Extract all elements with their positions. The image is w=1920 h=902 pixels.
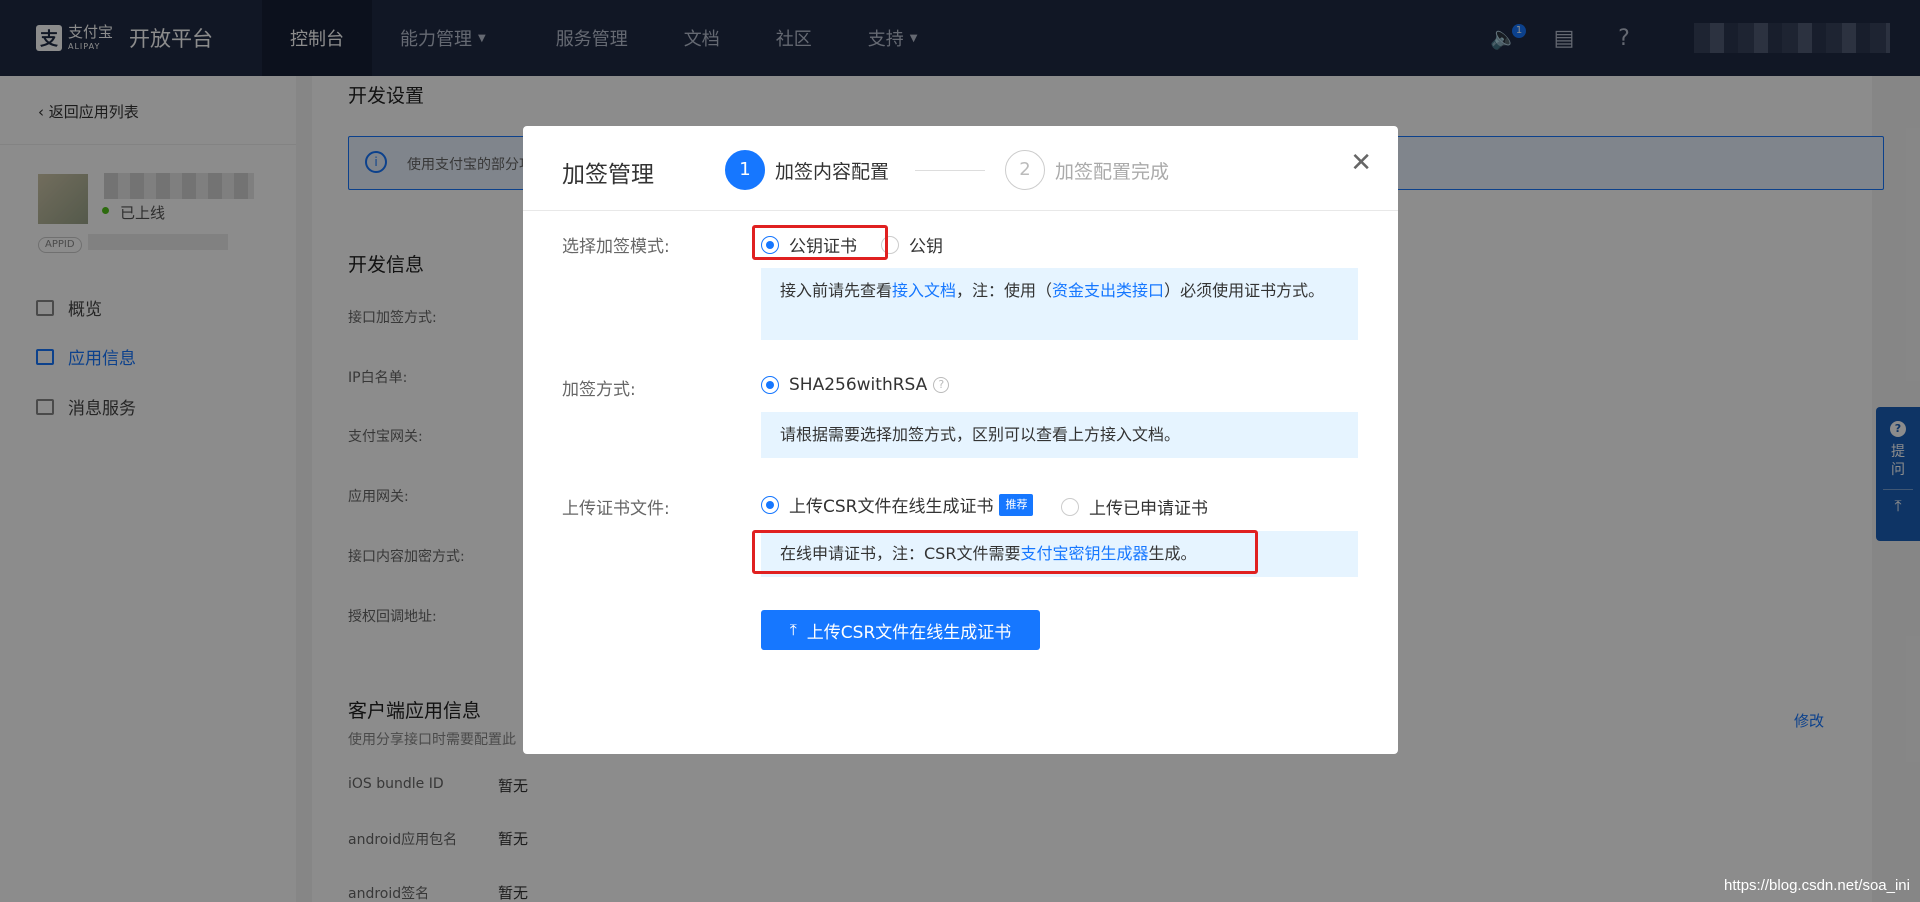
radio-upload-existing[interactable]: 上传已申请证书 [1061, 494, 1208, 519]
sign-method-note: 请根据需要选择加签方式，区别可以查看上方接入文档。 [761, 412, 1358, 458]
close-icon[interactable]: ✕ [1350, 148, 1372, 178]
radio-sha256[interactable]: SHA256withRSA? [761, 375, 950, 395]
sign-management-modal: 加签管理 1 加签内容配置 2 加签配置完成 ✕ 选择加签模式: 公钥证书 公钥… [523, 126, 1398, 754]
radio-checked-icon [761, 495, 779, 514]
radio-checked-icon [761, 376, 779, 394]
watermark: https://blog.csdn.net/soa_ini [1724, 877, 1910, 894]
modal-header: 加签管理 1 加签内容配置 2 加签配置完成 ✕ [523, 126, 1398, 211]
upload-csr-button[interactable]: ⤒ 上传CSR文件在线生成证书 [761, 610, 1040, 650]
step-2-number: 2 [1005, 150, 1045, 190]
step-2-label: 加签配置完成 [1055, 160, 1170, 183]
modal-title: 加签管理 [562, 162, 654, 188]
mode-label: 选择加签模式: [562, 237, 670, 257]
fund-api-link[interactable]: 资金支出类接口 [1052, 281, 1164, 300]
upload-icon: ⤒ [789, 620, 797, 639]
step-1: 1 加签内容配置 [725, 150, 889, 190]
step-1-label: 加签内容配置 [775, 160, 890, 183]
highlight-box [752, 225, 888, 260]
radio-upload-csr[interactable]: 上传CSR文件在线生成证书 推荐 [761, 492, 1034, 517]
step-2: 2 加签配置完成 [1005, 150, 1169, 190]
sign-method-label: 加签方式: [562, 380, 636, 400]
access-doc-link[interactable]: 接入文档 [892, 281, 956, 300]
radio-unchecked-icon [1061, 497, 1079, 516]
step-1-number: 1 [725, 150, 765, 190]
step-connector [915, 170, 985, 171]
radio-public-key[interactable]: 公钥 [881, 232, 943, 257]
help-icon[interactable]: ? [933, 377, 950, 393]
highlight-box [752, 530, 1258, 574]
upload-cert-label: 上传证书文件: [562, 499, 670, 519]
recommend-tag: 推荐 [999, 493, 1034, 516]
mode-note: 接入前请先查看接入文档，注：使用（资金支出类接口）必须使用证书方式。 [761, 268, 1358, 340]
